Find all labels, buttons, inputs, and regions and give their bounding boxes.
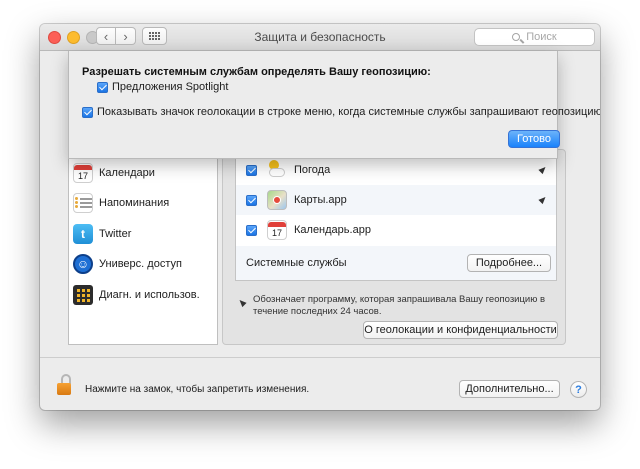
details-button[interactable]: Подробнее... [467,254,551,272]
weather-checkbox[interactable] [246,164,257,176]
table-row-weather[interactable]: Погода [236,155,556,185]
reminders-icon [73,193,93,213]
preferences-window: ‹ › Защита и безопасность Поиск Разрешат… [40,24,600,410]
sheet-heading: Разрешать системным службам определять В… [82,66,431,78]
calendar-checkbox[interactable] [246,224,257,236]
service-label: Календарь.app [294,224,371,236]
list-item-label: Календари [99,167,155,179]
lock-icon[interactable] [57,374,71,396]
diagnostics-icon [73,285,93,305]
advanced-button[interactable]: Дополнительно... [459,380,560,398]
weather-icon [267,160,287,180]
about-location-privacy-button[interactable]: О геолокации и конфиденциальности [363,321,558,339]
twitter-icon: t [73,224,93,244]
spotlight-checkbox[interactable] [97,81,108,93]
location-system-services-sheet: Разрешать системным службам определять В… [68,51,600,159]
list-item-reminders[interactable]: Напоминания [73,190,169,216]
accessibility-icon: ☺ [73,254,93,274]
list-item-label: Диагн. и использов. [99,289,200,301]
location-arrow-icon [538,164,548,175]
show-location-icon-option[interactable]: Показывать значок геолокации в строке ме… [82,106,600,118]
service-label: Карты.app [294,194,347,206]
maps-icon [267,190,287,210]
list-item-calendars[interactable]: 17 Календари [73,160,155,186]
list-item-label: Универс. доступ [99,258,182,270]
list-item-accessibility[interactable]: ☺ Универс. доступ [73,251,182,277]
services-table: Погода Карты.app 17 Календарь.app Систем… [235,154,557,281]
show-icon-checkbox[interactable] [82,106,93,118]
search-field[interactable]: Поиск [474,28,595,46]
footer-divider [40,357,600,358]
list-item-label: Twitter [99,228,132,240]
calendar-icon: 17 [267,220,287,240]
help-button[interactable]: ? [570,381,587,398]
table-row-maps[interactable]: Карты.app [236,185,556,215]
system-services-label: Системные службы [246,257,347,269]
spotlight-label: Предложения Spotlight [112,81,229,93]
location-arrow-icon [538,194,548,205]
list-item-label: Напоминания [99,197,170,209]
show-icon-label: Показывать значок геолокации в строке ме… [97,106,600,118]
list-item-diagnostics[interactable]: Диагн. и использов. [73,282,200,308]
done-button[interactable]: Готово [508,130,560,148]
privacy-category-list: 17 Календари Напоминания t Twitter ☺ Уни… [68,149,218,345]
title-bar: ‹ › Защита и безопасность Поиск [40,24,600,51]
spotlight-suggestions-option[interactable]: Предложения Spotlight [97,81,228,93]
table-row-calendar[interactable]: 17 Календарь.app [236,215,556,245]
service-label: Погода [294,164,331,176]
maps-checkbox[interactable] [246,194,257,206]
calendar-icon: 17 [73,163,93,183]
lock-hint: Нажмите на замок, чтобы запретить измене… [85,384,310,395]
search-icon [512,33,521,41]
table-row-system-services: Системные службы Подробнее... [236,246,556,280]
recent-location-note: Обозначает программу, которая запрашивал… [253,294,546,317]
list-item-twitter[interactable]: t Twitter [73,221,131,247]
search-placeholder: Поиск [526,31,557,43]
